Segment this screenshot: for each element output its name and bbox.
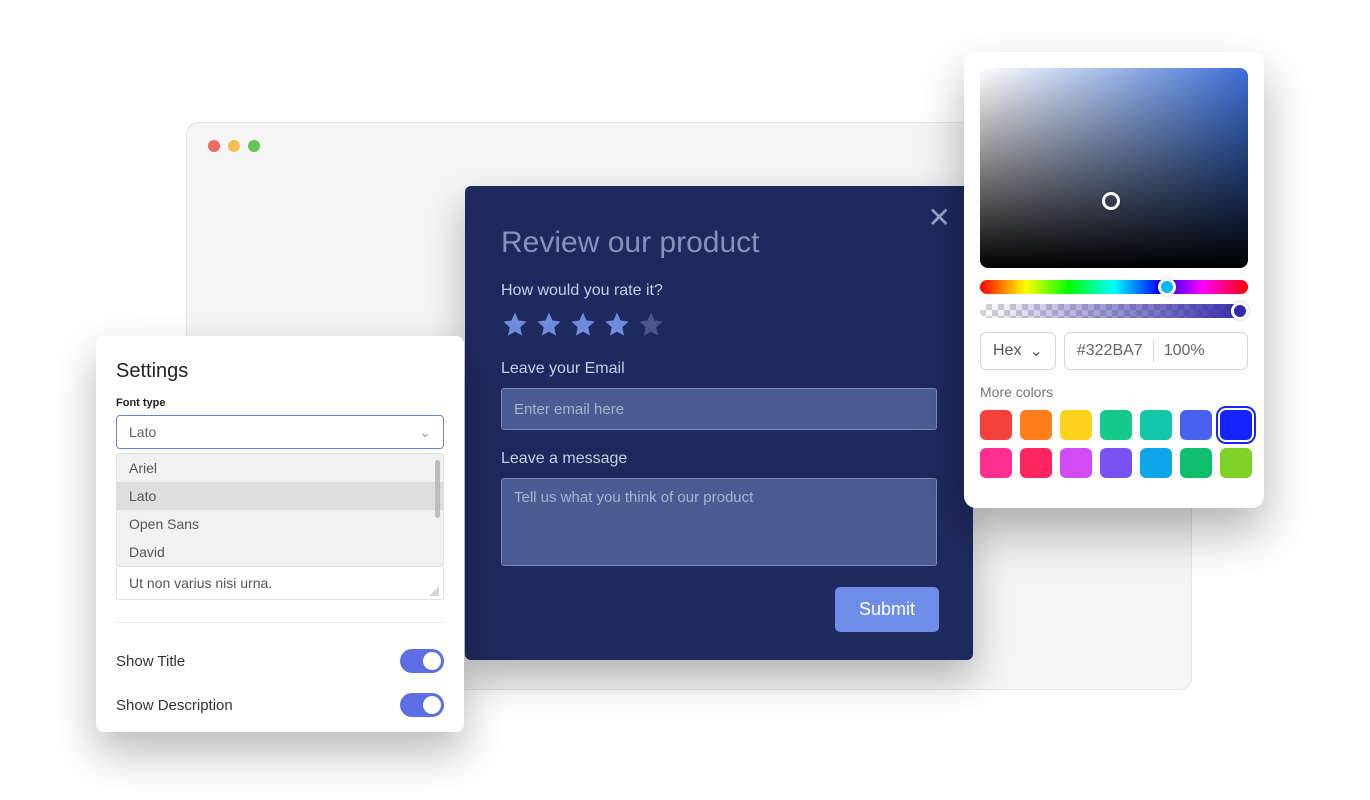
close-window-icon[interactable]	[208, 140, 220, 152]
font-dropdown: Ariel Lato Open Sans David	[116, 453, 444, 567]
star-icon[interactable]	[569, 310, 597, 338]
message-field[interactable]	[501, 478, 937, 566]
rate-label: How would you rate it?	[501, 282, 937, 300]
font-option[interactable]: David	[117, 538, 443, 566]
star-icon[interactable]	[637, 310, 665, 338]
close-icon[interactable]: ✕	[928, 204, 951, 232]
color-swatch[interactable]	[1020, 448, 1052, 478]
color-swatch[interactable]	[1100, 410, 1132, 440]
font-select[interactable]: Lato ⌄	[116, 415, 444, 449]
opacity-slider[interactable]	[980, 304, 1248, 318]
chevron-down-icon: ⌄	[419, 424, 431, 441]
color-swatch[interactable]	[1220, 448, 1252, 478]
toggle-label: Show Description	[116, 697, 233, 714]
color-format-select[interactable]: Hex ⌄	[980, 332, 1056, 370]
hex-value: #322BA7	[1077, 342, 1143, 360]
color-value-field[interactable]: #322BA7 100%	[1064, 332, 1248, 370]
sample-text-field[interactable]: Ut non varius nisi urna.	[116, 567, 444, 600]
star-icon[interactable]	[603, 310, 631, 338]
email-label: Leave your Email	[501, 360, 937, 378]
color-swatch[interactable]	[1100, 448, 1132, 478]
star-rating[interactable]	[501, 310, 937, 338]
review-title: Review our product	[501, 226, 937, 260]
color-swatch[interactable]	[1020, 410, 1052, 440]
font-option[interactable]: Open Sans	[117, 510, 443, 538]
resize-grip-icon[interactable]	[429, 586, 439, 596]
toggle-row: Show Title	[116, 639, 444, 683]
more-colors-label: More colors	[980, 384, 1248, 400]
star-icon[interactable]	[535, 310, 563, 338]
star-icon[interactable]	[501, 310, 529, 338]
color-picker: Hex ⌄ #322BA7 100% More colors	[964, 52, 1264, 508]
font-select-value: Lato	[129, 424, 156, 440]
scrollbar[interactable]	[435, 460, 440, 518]
font-type-label: Font type	[116, 397, 444, 409]
font-option[interactable]: Ariel	[117, 454, 443, 482]
color-swatch[interactable]	[1140, 410, 1172, 440]
message-label: Leave a message	[501, 450, 937, 468]
opacity-handle-icon[interactable]	[1231, 302, 1249, 320]
minimize-window-icon[interactable]	[228, 140, 240, 152]
color-swatch[interactable]	[980, 448, 1012, 478]
review-modal: ✕ Review our product How would you rate …	[465, 186, 973, 660]
color-swatch[interactable]	[1180, 410, 1212, 440]
gradient-handle-icon[interactable]	[1102, 192, 1120, 210]
chevron-down-icon: ⌄	[1029, 341, 1042, 361]
divider	[116, 622, 444, 623]
divider	[1153, 340, 1154, 362]
email-field[interactable]	[501, 388, 937, 430]
color-swatch[interactable]	[1220, 410, 1252, 440]
show-title-toggle[interactable]	[400, 649, 444, 673]
color-gradient[interactable]	[980, 68, 1248, 268]
maximize-window-icon[interactable]	[248, 140, 260, 152]
toggle-row: Show Description	[116, 683, 444, 727]
show-description-toggle[interactable]	[400, 693, 444, 717]
font-option[interactable]: Lato	[117, 482, 443, 510]
color-swatches	[980, 410, 1248, 478]
submit-button[interactable]: Submit	[835, 587, 939, 632]
settings-title: Settings	[116, 360, 444, 383]
hue-slider[interactable]	[980, 280, 1248, 294]
opacity-value: 100%	[1164, 342, 1205, 360]
toggle-label: Show Title	[116, 653, 185, 670]
color-swatch[interactable]	[1060, 410, 1092, 440]
hue-handle-icon[interactable]	[1158, 278, 1176, 296]
color-swatch[interactable]	[980, 410, 1012, 440]
color-swatch[interactable]	[1060, 448, 1092, 478]
color-swatch[interactable]	[1140, 448, 1172, 478]
color-swatch[interactable]	[1180, 448, 1212, 478]
settings-panel: Settings Font type Lato ⌄ Ariel Lato Ope…	[96, 336, 464, 732]
